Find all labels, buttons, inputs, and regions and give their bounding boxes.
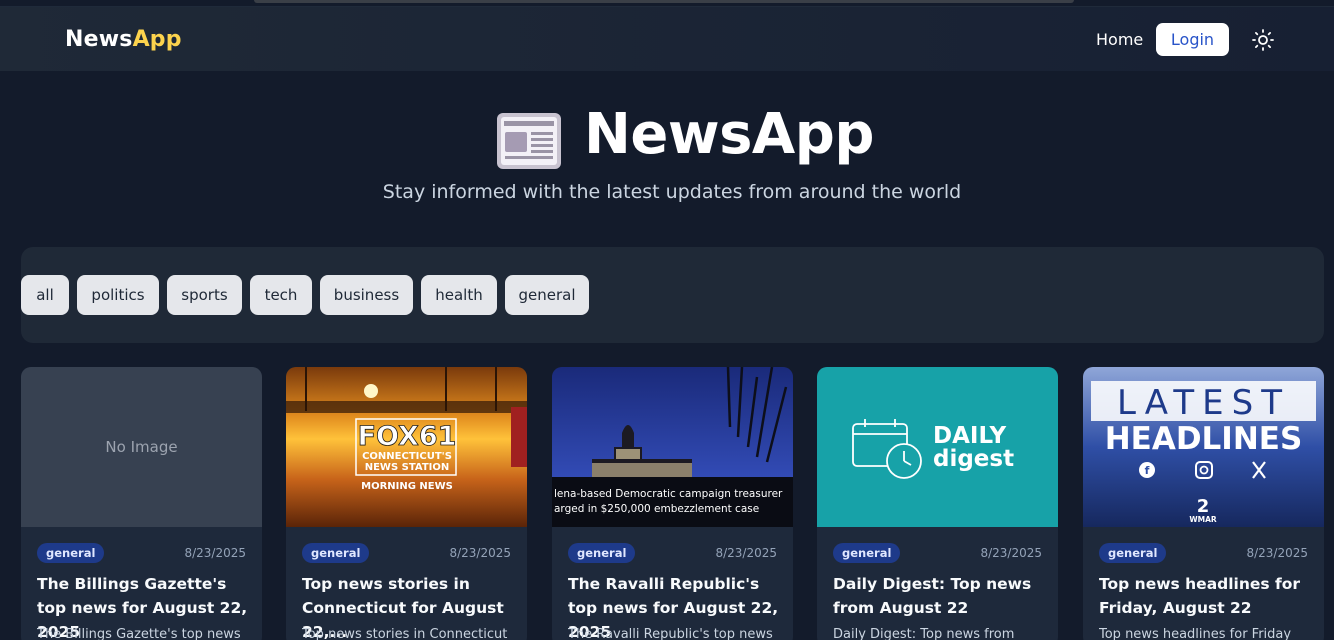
category-badge: general [833, 543, 901, 563]
fox61-subtitle-1: CONNECTICUT'S [362, 451, 452, 462]
news-card[interactable]: lena-based Democratic campaign treasurer… [552, 367, 793, 640]
fox61-thumbnail: FOX61 CONNECTICUT'S NEWS STATION MORNING… [286, 367, 527, 527]
brand-part-1: News [65, 27, 133, 52]
category-chip-general[interactable]: general [505, 275, 589, 315]
card-date: 8/23/2025 [449, 546, 511, 560]
card-date: 8/23/2025 [715, 546, 777, 560]
window-top-edge [254, 0, 1074, 3]
card-description: Top news stories in Connecticut [302, 627, 508, 640]
daily-digest-thumbnail: DAILY digest [817, 367, 1058, 527]
category-badge: general [568, 543, 636, 563]
card-image: LATEST HEADLINES f 2 WMAR [1083, 367, 1324, 527]
card-title[interactable]: Top news headlines for Friday, August 22 [1099, 572, 1314, 620]
headlines-text: HEADLINES [1105, 421, 1303, 457]
card-description: The Ravalli Republic's top news [568, 627, 773, 640]
news-card[interactable]: FOX61 CONNECTICUT'S NEWS STATION MORNING… [286, 367, 527, 640]
login-button[interactable]: Login [1156, 23, 1229, 56]
capitol-thumbnail: lena-based Democratic campaign treasurer… [552, 367, 793, 527]
latest-headlines-thumbnail: LATEST HEADLINES f 2 WMAR [1083, 367, 1324, 527]
wmar-text: WMAR [1189, 515, 1217, 524]
no-image-placeholder: No Image [21, 367, 262, 527]
category-chip-health[interactable]: health [421, 275, 497, 315]
card-date: 8/23/2025 [1246, 546, 1308, 560]
card-description: Daily Digest: Top news from [833, 627, 1015, 640]
news-card[interactable]: No Image general 8/23/2025 The Billings … [21, 367, 262, 640]
card-image: DAILY digest [817, 367, 1058, 527]
page-subtitle: Stay informed with the latest updates fr… [382, 181, 962, 203]
brand-logo[interactable]: NewsApp [65, 27, 182, 52]
category-filter-panel: all politics sports tech business health… [21, 247, 1324, 343]
category-badge: general [302, 543, 370, 563]
card-date: 8/23/2025 [980, 546, 1042, 560]
category-chip-politics[interactable]: politics [77, 275, 159, 315]
svg-text:f: f [1145, 464, 1150, 477]
brand-part-2: App [132, 27, 182, 52]
newspaper-icon [497, 113, 561, 169]
category-badge: general [37, 543, 105, 563]
news-card[interactable]: DAILY digest general 8/23/2025 Daily Dig… [817, 367, 1058, 640]
image-caption-line-2: arged in $250,000 embezzlement case [554, 503, 759, 515]
wmar-channel-number: 2 [1197, 496, 1210, 517]
page-title: NewsApp [584, 102, 874, 167]
fox61-subtitle-2: NEWS STATION [365, 462, 450, 473]
card-image: FOX61 CONNECTICUT'S NEWS STATION MORNING… [286, 367, 527, 527]
news-card[interactable]: LATEST HEADLINES f 2 WMAR general 8/23/2… [1083, 367, 1324, 640]
category-chip-business[interactable]: business [320, 275, 413, 315]
navbar: NewsApp Home Login [0, 6, 1334, 71]
digest-text: digest [933, 446, 1014, 472]
card-image: No Image [21, 367, 262, 527]
card-description: Top news headlines for Friday [1099, 627, 1292, 640]
card-date: 8/23/2025 [184, 546, 246, 560]
card-title[interactable]: Daily Digest: Top news from August 22 [833, 572, 1048, 620]
category-chip-sports[interactable]: sports [167, 275, 242, 315]
fox61-logo-text: FOX61 [358, 421, 457, 452]
category-chip-all[interactable]: all [21, 275, 69, 315]
home-link[interactable]: Home [1096, 30, 1143, 49]
card-image: lena-based Democratic campaign treasurer… [552, 367, 793, 527]
image-caption-line-1: lena-based Democratic campaign treasurer [554, 488, 783, 500]
category-badge: general [1099, 543, 1167, 563]
category-chip-tech[interactable]: tech [250, 275, 312, 315]
fox61-subtitle-3: MORNING NEWS [361, 481, 453, 492]
sun-icon[interactable] [1251, 28, 1275, 52]
latest-text: LATEST [1117, 383, 1290, 423]
card-description: The Billings Gazette's top news [37, 627, 241, 640]
